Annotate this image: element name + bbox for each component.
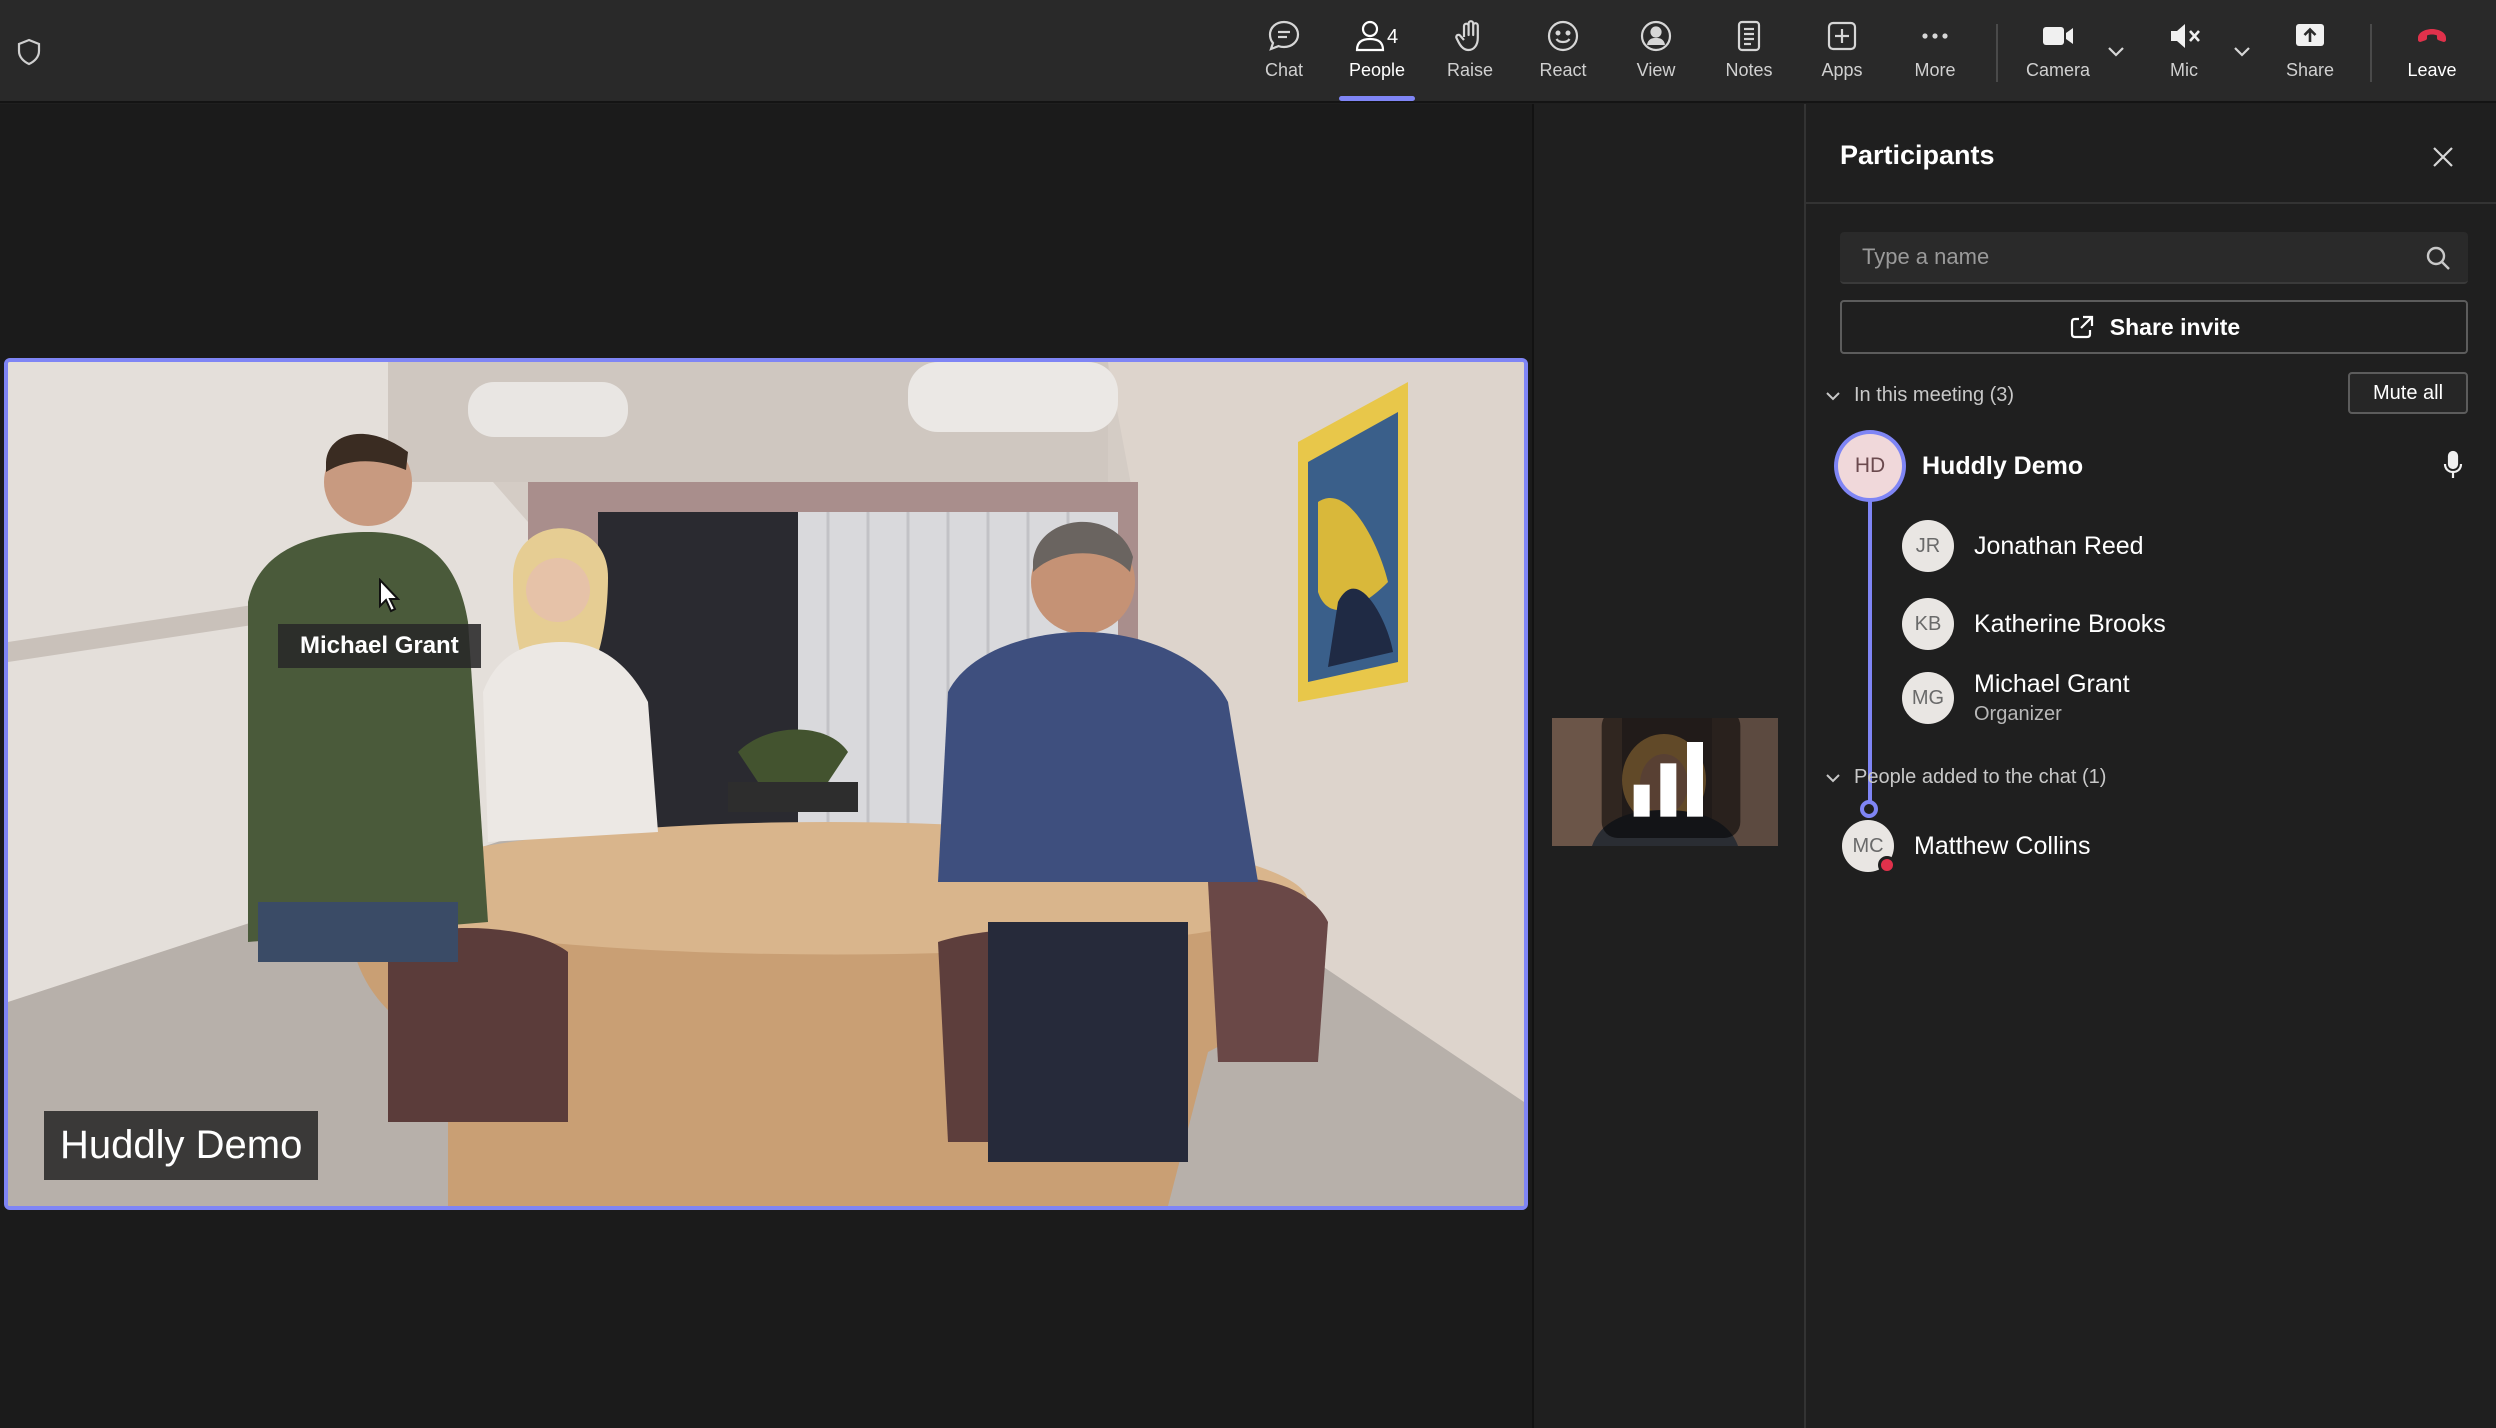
mouse-cursor-icon [379,578,400,613]
toolbar-separator [1996,24,1998,82]
notes-icon [1737,20,1761,52]
react-button[interactable]: React [1523,18,1603,100]
participant-name: Huddly Demo [1922,451,2084,480]
chat-button[interactable]: Chat [1244,18,1324,100]
participant-hover-label: Michael Grant [278,624,481,668]
mic-muted-icon [2171,24,2200,48]
chat-icon [1268,20,1300,51]
avatar: HD [1838,434,1902,498]
share-invite-button[interactable]: Share invite [1840,300,2468,354]
avatar-initials: MC [1852,834,1884,857]
search-box [1840,232,2468,284]
signal-strength-icon [1601,718,1741,838]
participant-tree-end-dot [1860,800,1878,818]
panel-divider [1806,202,2496,204]
react-label: React [1539,60,1587,80]
chat-added-section-toggle[interactable]: People added to the chat (1) [1824,766,2106,789]
mic-button[interactable]: Mic [2144,18,2224,100]
camera-label: Camera [2025,60,2091,80]
stage-divider [1532,104,1534,1428]
leave-label: Leave [2407,60,2457,80]
panel-title: Participants [1840,140,1995,170]
leave-button[interactable]: Leave [2392,18,2472,100]
participant-name: Jonathan Reed [1974,531,2144,560]
chevron-down-icon [1826,391,1840,400]
participant-row[interactable]: JR Jonathan Reed [1902,520,2144,572]
notes-button[interactable]: Notes [1709,18,1789,100]
more-label: More [1914,60,1956,80]
participant-name: Michael Grant [1974,670,2130,698]
people-count-badge: 4 [1387,26,1399,48]
search-icon[interactable] [2424,244,2452,272]
chat-label: Chat [1264,60,1304,80]
shield-icon[interactable] [16,38,42,66]
participant-name: Matthew Collins [1914,831,2091,860]
people-button[interactable]: 4 People [1337,18,1417,101]
raise-hand-icon [1455,20,1479,52]
share-label: Share [2285,60,2335,80]
main-speaker-video[interactable]: Michael Grant Huddly Demo [4,358,1528,1210]
participant-name: Katherine Brooks [1974,609,2166,638]
participant-row-chat[interactable]: MC Matthew Collins [1842,820,2091,874]
mute-all-button[interactable]: Mute all [2348,372,2468,414]
camera-options-chevron-icon[interactable] [2106,44,2126,60]
search-input[interactable] [1840,232,2400,282]
view-icon [1640,20,1672,52]
participant-role: Organizer [1974,703,2062,725]
raise-hand-button[interactable]: Raise [1430,18,1510,100]
share-invite-label: Share invite [2109,313,2241,340]
participant-row[interactable]: KB Katherine Brooks [1902,598,2166,650]
avatar: MG [1902,672,1954,724]
mic-icon[interactable] [2442,450,2464,480]
react-icon [1547,20,1579,52]
close-icon[interactable] [2430,144,2456,170]
status-badge [1878,856,1896,874]
participants-panel: Participants Share invite In this meetin… [1804,104,2496,1428]
conference-room-video-frame [8,362,1524,1206]
apps-label: Apps [1821,60,1863,80]
share-button[interactable]: Share [2270,18,2350,100]
participant-row-host[interactable]: HD Huddly Demo [1838,434,2083,498]
in-meeting-label: In this meeting (3) [1854,384,2015,406]
view-button[interactable]: View [1616,18,1696,100]
people-icon [1355,20,1385,52]
more-button[interactable]: More [1895,18,1975,100]
raise-label: Raise [1446,60,1494,80]
meeting-toolbar: Chat 4 People Raise React View Notes App… [0,0,2496,103]
mic-label: Mic [2170,60,2198,80]
avatar: MC [1842,820,1896,874]
camera-button[interactable]: Camera [2018,18,2098,100]
share-icon [2296,24,2324,46]
view-label: View [1636,60,1676,80]
camera-icon [2043,27,2073,45]
more-icon [1922,33,1948,39]
leave-phone-icon [2418,29,2446,42]
participant-tree-line [1868,488,1872,806]
share-invite-icon [2070,315,2093,339]
teams-meeting-window: Chat 4 People Raise React View Notes App… [0,0,2496,1428]
avatar: JR [1902,520,1954,572]
self-preview-video[interactable] [1552,718,1778,846]
notes-label: Notes [1725,60,1773,80]
speaker-name-plate: Huddly Demo [44,1111,319,1180]
people-label: People [1348,60,1406,80]
chat-added-label: People added to the chat (1) [1854,766,2107,788]
participant-row-organizer[interactable]: MG Michael Grant Organizer [1902,670,2130,726]
chevron-down-icon [1826,773,1840,782]
in-meeting-section-toggle[interactable]: In this meeting (3) [1824,384,2014,407]
toolbar-separator [2370,24,2372,82]
apps-button[interactable]: Apps [1802,18,1882,100]
apps-icon [1827,21,1857,51]
avatar: KB [1902,598,1954,650]
mic-options-chevron-icon[interactable] [2232,44,2252,60]
